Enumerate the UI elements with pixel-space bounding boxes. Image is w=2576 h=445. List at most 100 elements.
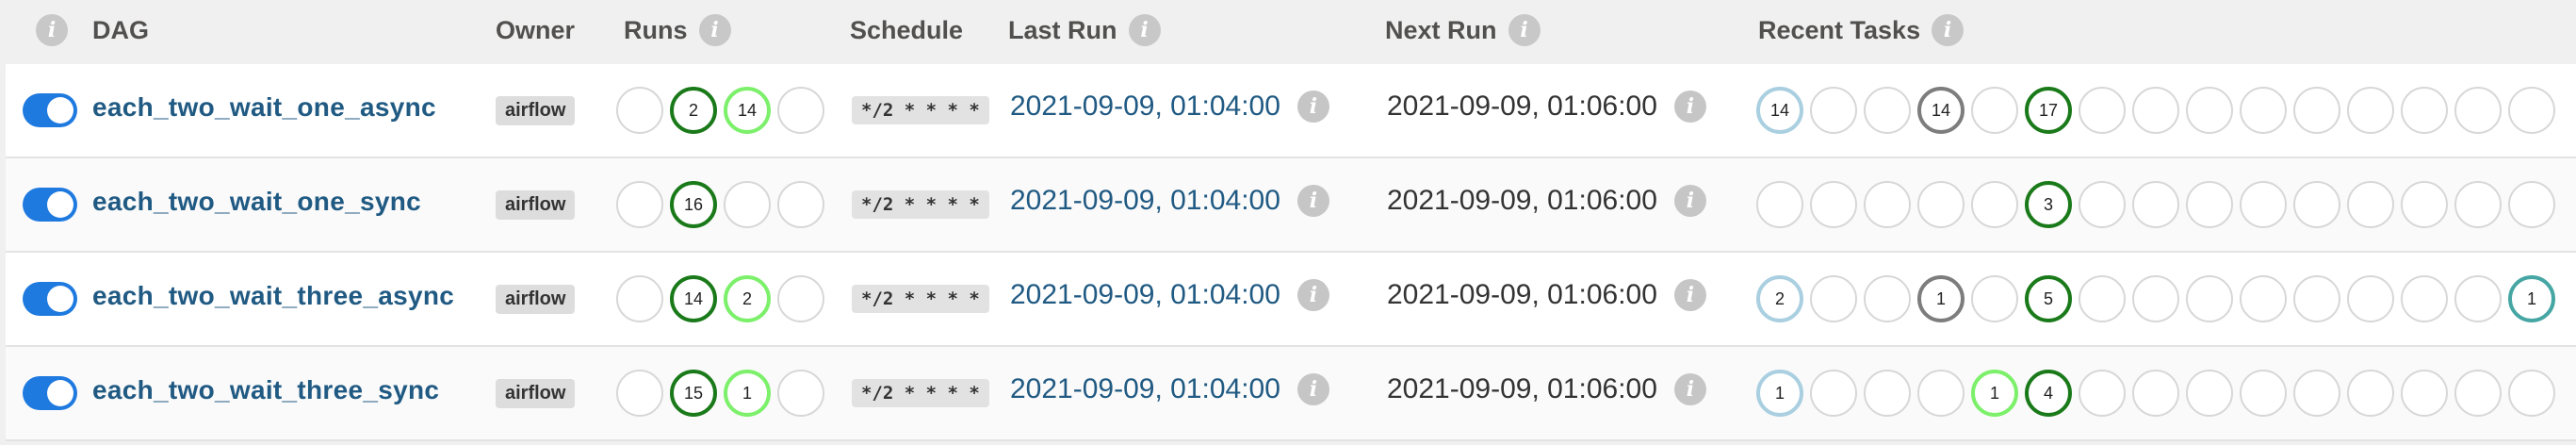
header-dag[interactable]: DAG — [92, 13, 149, 47]
run-state-circle[interactable] — [777, 275, 824, 322]
run-state-circle[interactable] — [777, 181, 824, 228]
task-state-circle[interactable] — [2240, 87, 2287, 134]
run-state-circle[interactable]: 2 — [724, 275, 771, 322]
task-state-circle[interactable] — [2401, 87, 2448, 134]
run-state-circle[interactable] — [616, 370, 663, 417]
task-state-circle[interactable] — [2293, 370, 2340, 417]
pause-toggle[interactable] — [23, 376, 77, 410]
info-icon[interactable]: i — [1673, 373, 1706, 405]
run-state-circle[interactable]: 1 — [724, 370, 771, 417]
task-state-circle[interactable] — [2186, 181, 2233, 228]
task-state-circle[interactable] — [1917, 181, 1965, 228]
last-run-link[interactable]: 2021-09-09, 01:04:00 — [1010, 373, 1280, 405]
info-icon[interactable]: i — [36, 14, 68, 46]
task-state-circle[interactable] — [2240, 370, 2287, 417]
run-state-circle[interactable]: 2 — [670, 87, 717, 134]
info-icon[interactable]: i — [1296, 373, 1329, 405]
info-icon[interactable]: i — [1128, 14, 1161, 46]
run-state-circle[interactable] — [777, 370, 824, 417]
task-state-circle[interactable] — [2347, 370, 2394, 417]
task-state-circle[interactable] — [1864, 275, 1911, 322]
task-state-circle[interactable] — [2454, 275, 2502, 322]
task-state-circle[interactable] — [2347, 275, 2394, 322]
task-state-circle[interactable]: 17 — [2025, 87, 2072, 134]
task-state-circle[interactable] — [2508, 370, 2555, 417]
info-icon[interactable]: i — [1673, 91, 1706, 123]
task-state-circle[interactable]: 1 — [1917, 275, 1965, 322]
dag-link[interactable]: each_two_wait_one_async — [92, 92, 436, 123]
task-state-circle[interactable] — [2508, 181, 2555, 228]
info-icon[interactable]: i — [1508, 14, 1541, 46]
info-icon[interactable]: i — [1673, 185, 1706, 217]
task-state-circle[interactable] — [2240, 181, 2287, 228]
task-state-circle[interactable] — [2079, 370, 2126, 417]
task-state-circle[interactable] — [1810, 370, 1857, 417]
task-state-circle[interactable] — [2454, 181, 2502, 228]
task-state-circle[interactable]: 14 — [1917, 87, 1965, 134]
task-state-circle[interactable] — [2401, 370, 2448, 417]
run-state-circle[interactable] — [616, 181, 663, 228]
schedule-badge[interactable]: */2 * * * * — [852, 379, 989, 407]
run-state-circle[interactable] — [777, 87, 824, 134]
task-state-circle[interactable] — [1971, 181, 2018, 228]
task-state-circle[interactable]: 3 — [2025, 181, 2072, 228]
task-state-circle[interactable] — [2293, 275, 2340, 322]
task-state-circle[interactable] — [2347, 181, 2394, 228]
run-state-circle[interactable]: 15 — [670, 370, 717, 417]
info-icon[interactable]: i — [1296, 185, 1329, 217]
task-state-circle[interactable] — [2401, 275, 2448, 322]
task-state-circle[interactable] — [2186, 275, 2233, 322]
task-state-circle[interactable] — [1810, 275, 1857, 322]
schedule-badge[interactable]: */2 * * * * — [852, 96, 989, 124]
task-state-circle[interactable] — [1756, 181, 1803, 228]
task-state-circle[interactable] — [2132, 370, 2179, 417]
task-state-circle[interactable] — [2347, 87, 2394, 134]
task-state-circle[interactable] — [2293, 87, 2340, 134]
task-state-circle[interactable] — [2079, 275, 2126, 322]
task-state-circle[interactable]: 14 — [1756, 87, 1803, 134]
last-run-link[interactable]: 2021-09-09, 01:04:00 — [1010, 279, 1280, 311]
task-state-circle[interactable] — [2293, 181, 2340, 228]
task-state-circle[interactable] — [2079, 87, 2126, 134]
task-state-circle[interactable] — [1864, 181, 1911, 228]
run-state-circle[interactable]: 14 — [724, 87, 771, 134]
task-state-circle[interactable] — [2508, 87, 2555, 134]
task-state-circle[interactable] — [1971, 275, 2018, 322]
task-state-circle[interactable]: 1 — [1971, 370, 2018, 417]
task-state-circle[interactable] — [2132, 181, 2179, 228]
run-state-circle[interactable] — [616, 87, 663, 134]
last-run-link[interactable]: 2021-09-09, 01:04:00 — [1010, 91, 1280, 123]
info-icon[interactable]: i — [1296, 91, 1329, 123]
task-state-circle[interactable] — [2079, 181, 2126, 228]
task-state-circle[interactable] — [1810, 87, 1857, 134]
task-state-circle[interactable] — [2132, 87, 2179, 134]
dag-link[interactable]: each_two_wait_one_sync — [92, 187, 421, 217]
run-state-circle[interactable]: 16 — [670, 181, 717, 228]
task-state-circle[interactable] — [1971, 87, 2018, 134]
task-state-circle[interactable] — [1917, 370, 1965, 417]
last-run-link[interactable]: 2021-09-09, 01:04:00 — [1010, 185, 1280, 217]
dag-link[interactable]: each_two_wait_three_async — [92, 281, 454, 311]
pause-toggle[interactable] — [23, 282, 77, 316]
task-state-circle[interactable]: 4 — [2025, 370, 2072, 417]
info-icon[interactable]: i — [698, 14, 731, 46]
task-state-circle[interactable] — [2132, 275, 2179, 322]
pause-toggle[interactable] — [23, 93, 77, 127]
run-state-circle[interactable]: 14 — [670, 275, 717, 322]
task-state-circle[interactable]: 2 — [1756, 275, 1803, 322]
task-state-circle[interactable]: 1 — [1756, 370, 1803, 417]
task-state-circle[interactable] — [2186, 87, 2233, 134]
task-state-circle[interactable] — [1864, 370, 1911, 417]
info-icon[interactable]: i — [1296, 279, 1329, 311]
task-state-circle[interactable] — [1810, 181, 1857, 228]
task-state-circle[interactable] — [2240, 275, 2287, 322]
dag-link[interactable]: each_two_wait_three_sync — [92, 375, 439, 405]
task-state-circle[interactable] — [2186, 370, 2233, 417]
task-state-circle[interactable]: 5 — [2025, 275, 2072, 322]
schedule-badge[interactable]: */2 * * * * — [852, 190, 989, 219]
info-icon[interactable]: i — [1932, 14, 1965, 46]
schedule-badge[interactable]: */2 * * * * — [852, 285, 989, 313]
task-state-circle[interactable] — [2401, 181, 2448, 228]
task-state-circle[interactable]: 1 — [2508, 275, 2555, 322]
pause-toggle[interactable] — [23, 188, 77, 222]
